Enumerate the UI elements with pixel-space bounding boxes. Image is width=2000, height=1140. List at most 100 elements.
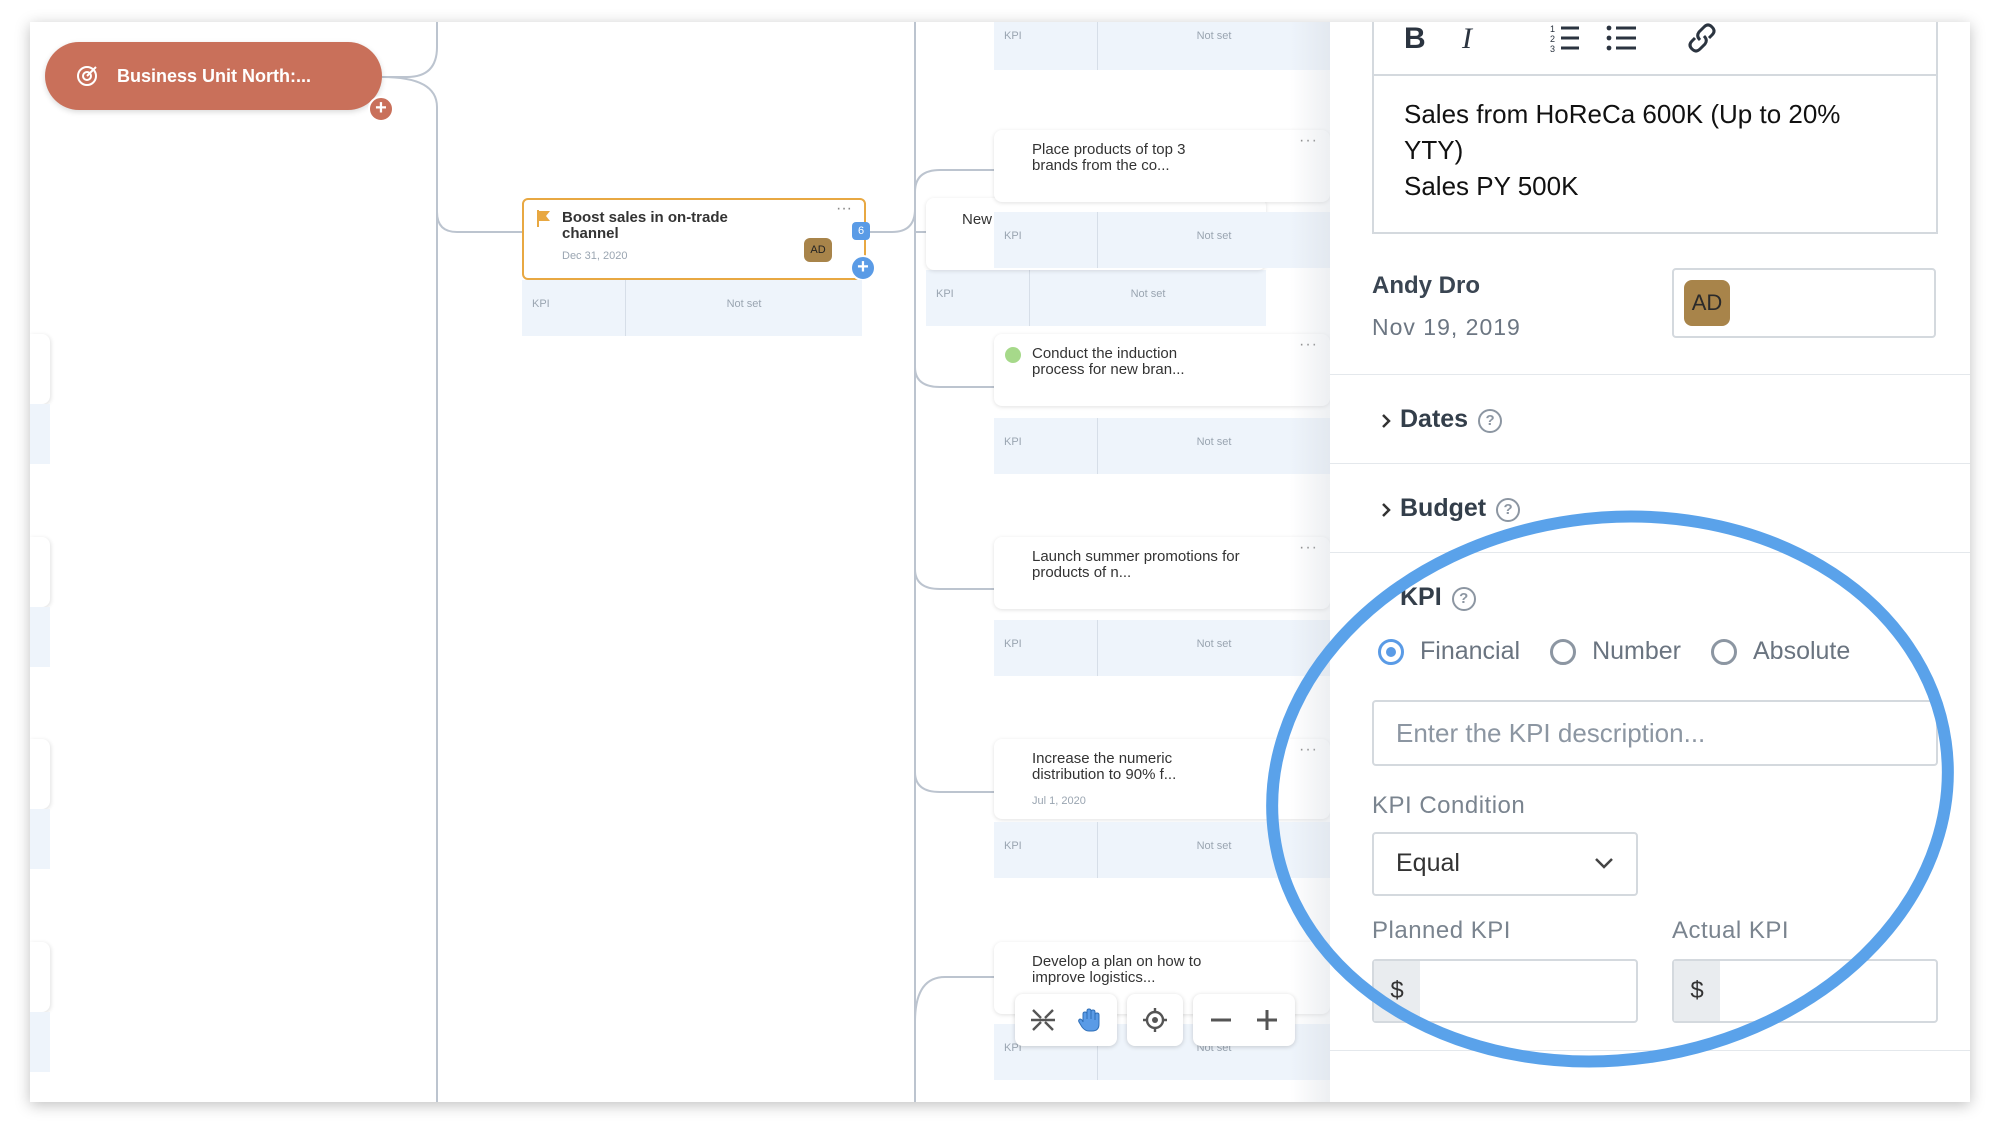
canvas-toolbar (1015, 994, 1295, 1046)
svg-text:1: 1 (1550, 24, 1555, 34)
radio-label: Financial (1420, 637, 1521, 665)
owner-name: Andy Dro (1372, 272, 1480, 299)
avatar: AD (1684, 280, 1730, 326)
chevron-right-icon (1382, 503, 1391, 517)
description-line: Sales from HoReCa 600K (Up to 20% (1404, 99, 1841, 129)
more-options-icon[interactable]: ··· (836, 200, 852, 218)
kpi-row: KPI Not set (926, 270, 1266, 326)
radio-financial[interactable]: Financial (1378, 637, 1520, 666)
italic-button[interactable]: I (1462, 22, 1472, 56)
budget-section[interactable]: Budget? (1330, 463, 1970, 552)
chevron-down-icon[interactable] (1376, 594, 1392, 606)
goal-icon (77, 66, 97, 86)
svg-text:3: 3 (1550, 44, 1555, 54)
offscreen-card[interactable] (30, 739, 50, 809)
help-icon[interactable]: ? (1496, 498, 1521, 522)
goal-card[interactable]: Launch summer promotions for products of… (994, 537, 1330, 609)
radio-label: Absolute (1752, 637, 1851, 665)
kpi-row: KPI Not set (994, 822, 1330, 878)
add-child-button[interactable]: + (850, 255, 876, 281)
kpi-condition-select[interactable]: Equal (1372, 832, 1638, 896)
planned-kpi-label: Planned KPI (1372, 917, 1511, 944)
svg-text:2: 2 (1550, 34, 1555, 44)
link-icon[interactable] (1686, 22, 1718, 54)
children-count-badge[interactable]: 6 (852, 222, 870, 240)
radio-number[interactable]: Number (1550, 637, 1681, 666)
goal-card[interactable]: Increase the numeric distribution to 90%… (994, 739, 1330, 819)
radio-absolute[interactable]: Absolute (1710, 637, 1851, 666)
target-icon[interactable] (1135, 1000, 1175, 1040)
card-title: Increase the numeric distribution to 90%… (1032, 750, 1177, 783)
offscreen-card[interactable] (30, 334, 50, 404)
kpi-label: KPI (994, 822, 1098, 878)
kpi-type-group: Financial Number Absolute (1378, 637, 1850, 666)
actual-kpi-label: Actual KPI (1672, 917, 1790, 944)
kpi-row: KPI Not set (994, 418, 1330, 474)
kpi-label: KPI (926, 270, 1030, 326)
toolbar-group-zoom (1193, 994, 1295, 1046)
budget-label: Budget (1400, 494, 1487, 522)
card-title: New (962, 211, 993, 228)
toolbar-group-mode (1015, 994, 1117, 1046)
kpi-label: KPI (994, 418, 1098, 474)
help-icon[interactable]: ? (1478, 409, 1503, 433)
hand-icon[interactable] (1069, 1000, 1109, 1040)
description-editor[interactable]: B I 1 2 3 Sales from HoReCa 600K (Up to … (1372, 22, 1938, 234)
goal-card[interactable]: Conduct the induction process for new br… (994, 334, 1330, 406)
owner-selector[interactable]: AD (1672, 268, 1936, 338)
divider (1330, 1050, 1970, 1051)
offscreen-card-kpi (30, 404, 50, 464)
card-title: Place products of top 3 brands from the … (1032, 141, 1186, 174)
avatar: AD (804, 238, 832, 262)
kpi-section-label: KPI (1400, 583, 1442, 611)
offscreen-card-kpi (30, 607, 50, 667)
collapse-icon[interactable] (1023, 1000, 1063, 1040)
status-dot-icon (1005, 347, 1021, 363)
created-date: Nov 19, 2019 (1372, 314, 1521, 340)
offscreen-card[interactable] (30, 537, 50, 607)
offscreen-card-kpi (30, 809, 50, 869)
radio-label: Number (1592, 637, 1681, 665)
kpi-description-input[interactable]: Enter the KPI description... (1372, 700, 1938, 766)
kpi-condition-value: Equal (1396, 849, 1460, 877)
mind-map-canvas[interactable]: Business Unit North:... + Boost sales in… (30, 22, 1330, 1102)
help-icon[interactable]: ? (1451, 587, 1476, 611)
flag-icon (537, 210, 550, 227)
editor-toolbar: B I 1 2 3 (1374, 22, 1936, 76)
zoom-out-icon[interactable] (1201, 1000, 1241, 1040)
kpi-value: Not set (726, 298, 762, 310)
kpi-row: KPI Not set (522, 280, 862, 336)
bullet-list-icon[interactable] (1606, 22, 1638, 54)
planned-kpi-input[interactable]: $ (1372, 959, 1638, 1023)
actual-kpi-input[interactable]: $ (1672, 959, 1938, 1023)
description-line: Sales PY 500K (1404, 171, 1579, 201)
ordered-list-icon[interactable]: 1 2 3 (1549, 22, 1581, 54)
add-child-button[interactable]: + (368, 96, 394, 122)
kpi-label: KPI (522, 280, 626, 336)
chevron-down-icon (1595, 858, 1613, 869)
card-date: Dec 31, 2020 (562, 250, 628, 262)
offscreen-card-kpi (30, 1012, 50, 1072)
kpi-label: KPI (994, 620, 1098, 676)
dates-section[interactable]: Dates? (1330, 374, 1970, 463)
toolbar-group-center (1127, 994, 1183, 1046)
card-title: Conduct the induction process for new br… (1032, 345, 1185, 378)
goal-card-selected[interactable]: Boost sales in on-trade channel ··· Dec … (522, 198, 866, 280)
kpi-value: Not set (1130, 288, 1166, 300)
dates-label: Dates (1400, 405, 1469, 433)
kpi-condition-label: KPI Condition (1372, 792, 1526, 819)
currency-prefix: $ (1374, 961, 1420, 1021)
offscreen-card[interactable] (30, 942, 50, 1012)
card-date: Jul 1, 2020 (1032, 795, 1086, 807)
details-panel: B I 1 2 3 Sales from HoReCa 600K (Up to … (1330, 22, 1970, 1102)
chevron-right-icon (1382, 414, 1391, 428)
card-title: Launch summer promotions for products of… (1032, 548, 1240, 581)
goal-card[interactable]: Place products of top 3 brands from the … (994, 130, 1330, 202)
description-line: YTY) (1404, 135, 1464, 165)
root-node[interactable]: Business Unit North:... (45, 42, 382, 110)
currency-prefix: $ (1674, 961, 1720, 1021)
kpi-label: KPI (994, 212, 1098, 268)
bold-button[interactable]: B (1404, 22, 1426, 56)
kpi-row: KPI Not set (994, 212, 1330, 268)
zoom-in-icon[interactable] (1247, 1000, 1287, 1040)
